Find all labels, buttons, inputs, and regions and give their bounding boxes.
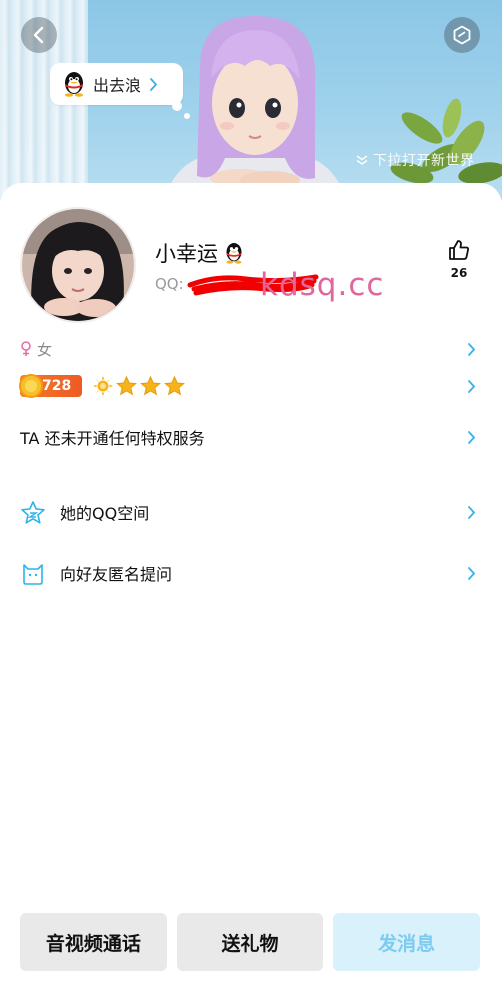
coin-icon	[19, 374, 43, 398]
female-icon	[21, 341, 31, 356]
nickname: 小幸运	[155, 242, 218, 266]
chevron-right-icon	[468, 379, 476, 393]
star-icon	[116, 376, 137, 396]
star-icon	[140, 376, 161, 396]
level-badge: 728	[19, 374, 82, 398]
more-options-button[interactable]	[444, 17, 480, 53]
like-count: 26	[450, 266, 468, 280]
star-icon	[164, 376, 185, 396]
qzone-label: 她的QQ空间	[60, 504, 150, 523]
privilege-row[interactable]: TA 还未开通任何特权服务	[0, 425, 502, 449]
level-icons	[93, 376, 185, 396]
avatar[interactable]	[20, 207, 136, 323]
hexagon-icon	[453, 25, 471, 45]
thumbs-up-icon	[449, 240, 469, 260]
like-button[interactable]: 26	[441, 239, 477, 280]
chevron-right-icon	[468, 342, 476, 356]
anonymous-ask-label: 向好友匿名提问	[60, 565, 173, 584]
send-gift-button[interactable]: 送礼物	[176, 913, 324, 971]
qq-label: QQ:	[155, 275, 184, 293]
watermark: kdsq.cc	[260, 267, 385, 303]
gender: 女	[37, 340, 53, 359]
double-chevron-down-icon	[356, 155, 368, 165]
pull-down-hint: 下拉打开新世界	[355, 150, 475, 170]
chevron-right-icon	[468, 566, 476, 580]
cat-face-icon	[23, 563, 43, 585]
status-bubble[interactable]: 出去浪	[50, 63, 183, 105]
bottom-action-bar: 音视频通话 送礼物 发消息	[20, 913, 481, 971]
profile-card: 小幸运 QQ: kdsq.cc 26 女 728 TA 还未开通任何特权服务 她…	[0, 183, 502, 1000]
privilege-text: TA 还未开通任何特权服务	[20, 429, 205, 448]
level-value: 728	[42, 378, 72, 394]
chevron-left-icon	[33, 26, 44, 44]
status-text: 出去浪	[93, 76, 142, 95]
back-button[interactable]	[21, 17, 57, 53]
qq-penguin-icon	[65, 72, 83, 97]
level-row[interactable]: 728	[0, 373, 502, 399]
chevron-right-icon	[150, 77, 158, 91]
qq-penguin-icon	[226, 243, 242, 264]
star-outline-icon	[21, 500, 45, 524]
gender-row[interactable]: 女	[0, 337, 502, 361]
anonymous-ask-row[interactable]: 向好友匿名提问	[0, 558, 502, 588]
bubble-tail	[172, 101, 182, 111]
send-message-button[interactable]: 发消息	[333, 913, 481, 971]
nickname-row: 小幸运	[155, 238, 244, 268]
chevron-right-icon	[468, 430, 476, 444]
chevron-right-icon	[468, 505, 476, 519]
av-call-button[interactable]: 音视频通话	[20, 913, 167, 971]
avatar-photo	[22, 209, 134, 321]
sun-icon	[93, 376, 113, 396]
qzone-row[interactable]: 她的QQ空间	[0, 497, 502, 527]
header-banner[interactable]: 出去浪 下拉打开新世界	[0, 0, 502, 200]
bubble-tail	[184, 113, 190, 119]
pull-down-hint-text: 下拉打开新世界	[373, 153, 475, 169]
